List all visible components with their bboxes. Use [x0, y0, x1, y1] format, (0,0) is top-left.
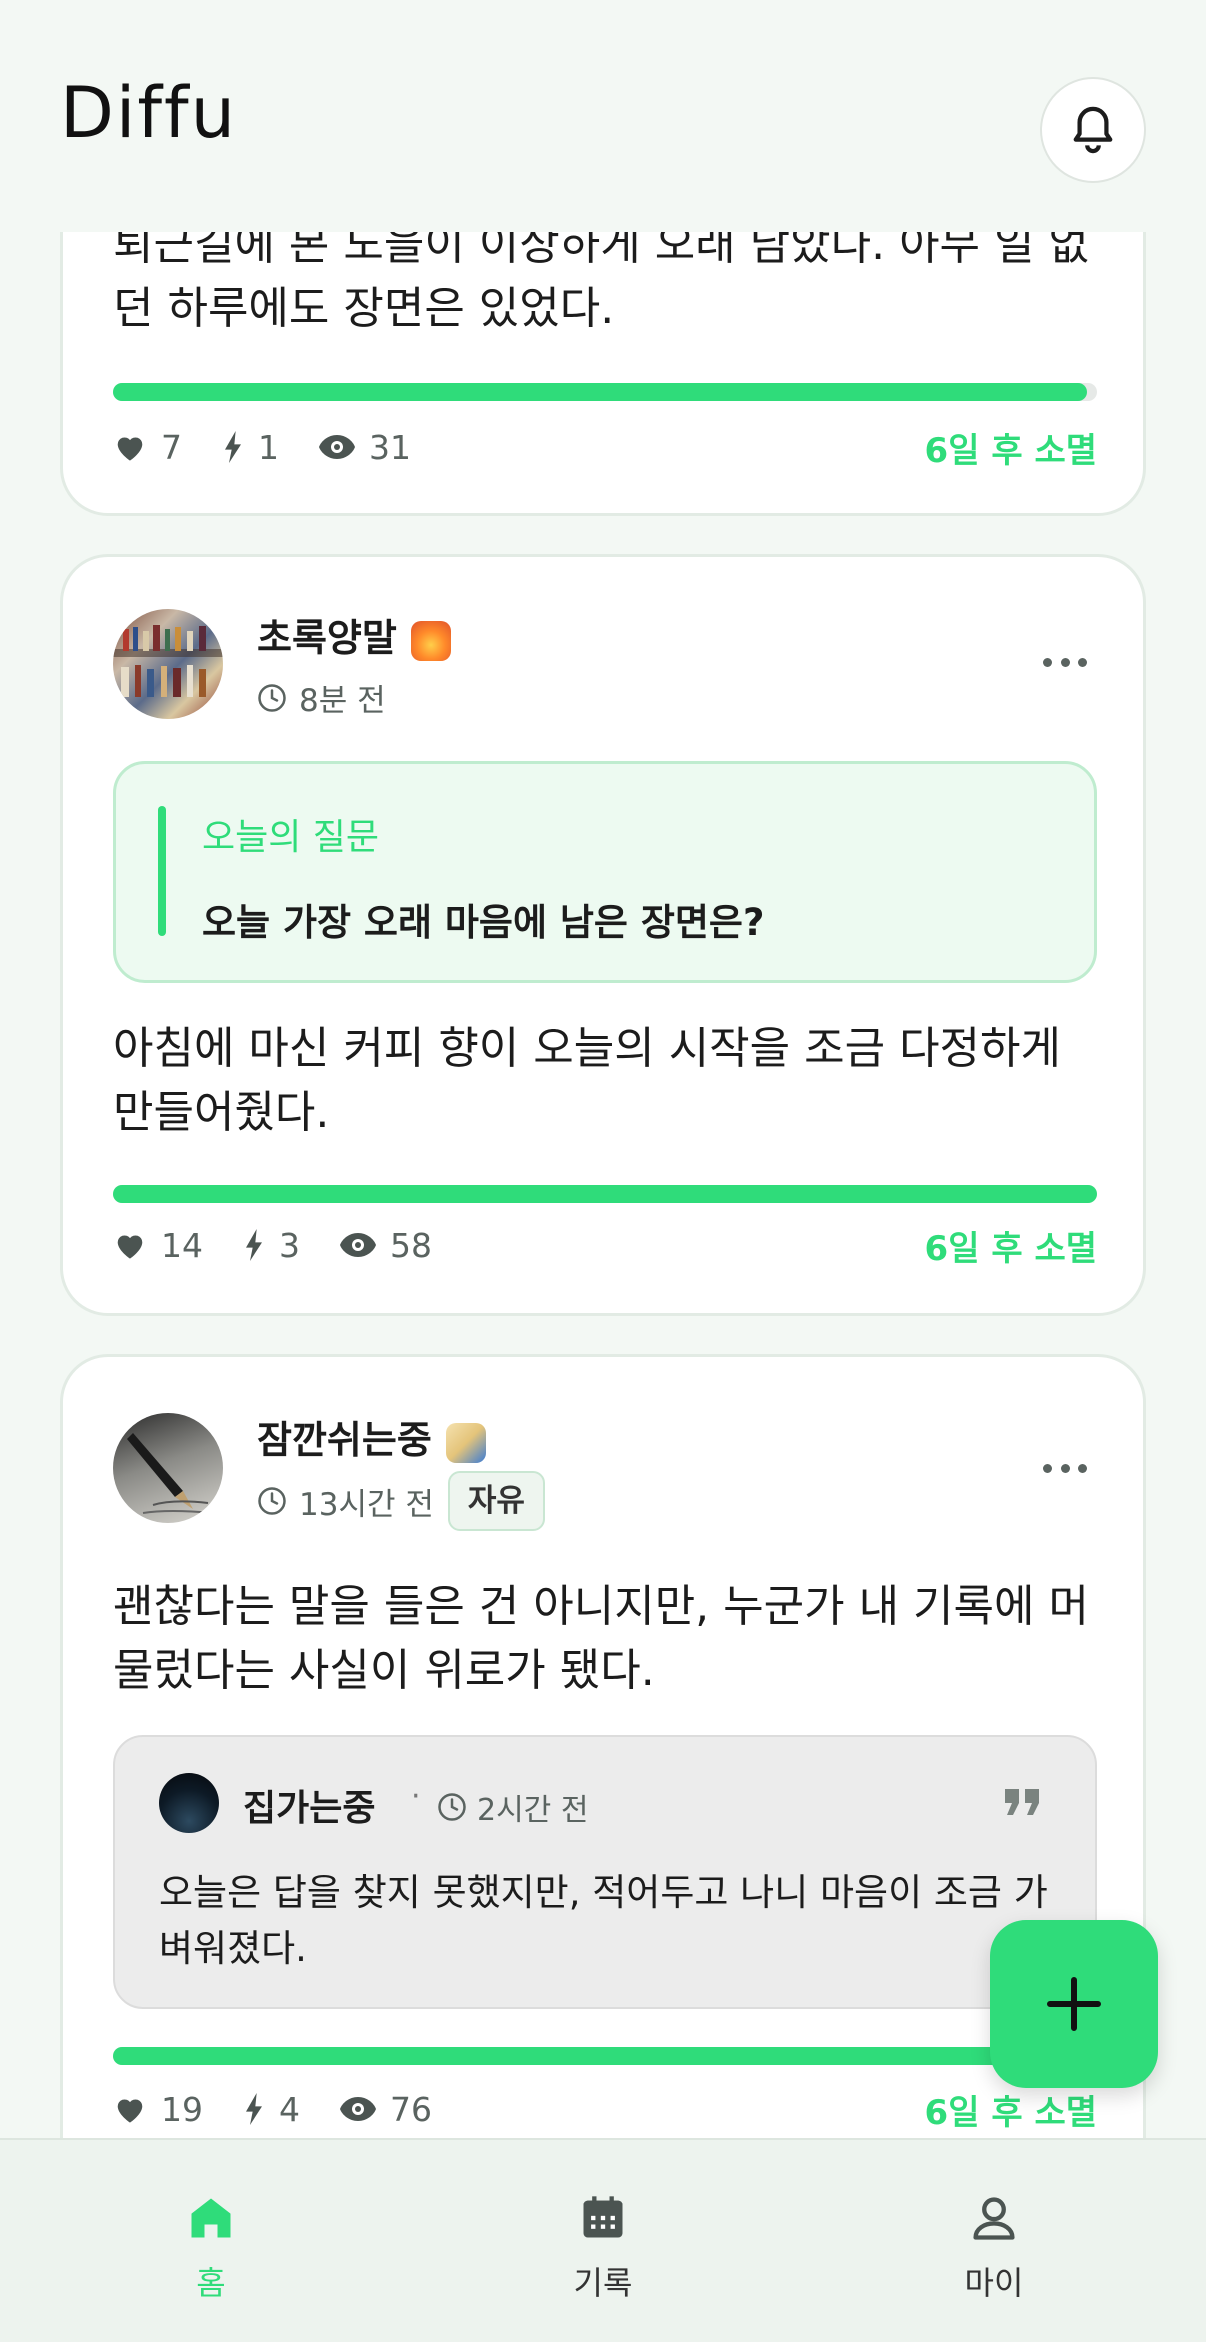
boost-stat[interactable]: 1 [222, 428, 279, 467]
expire-label: 6일 후 소멸 [924, 1228, 1097, 1269]
like-stat[interactable]: 7 [113, 428, 182, 467]
clock-icon [258, 683, 286, 712]
view-count: 58 [390, 1225, 432, 1265]
post-text: 아침에 마신 커피 향이 오늘의 시작을 조금 다정하게 만들어줬다. [113, 1023, 1061, 1138]
calendar-icon [583, 2196, 623, 2238]
scroll-badge-icon [445, 1422, 486, 1463]
bolt-icon [246, 2093, 262, 2125]
reply-username: 집가는중 [243, 1788, 376, 1829]
expiry-progress-fill [113, 2047, 1097, 2065]
expiry-progress-fill [113, 1185, 1097, 1203]
tab-label: 마이 [964, 2264, 1024, 2302]
question-accent-bar [158, 806, 166, 936]
time-text: 8분 전 [299, 683, 386, 719]
question-text: 오늘 가장 오래 마음에 남은 장면은? [202, 901, 765, 944]
bell-icon [1073, 106, 1113, 154]
expiry-progress-bar [113, 1185, 1097, 1203]
boost-stat[interactable]: 3 [243, 1226, 300, 1265]
view-stat: 58 [340, 1226, 432, 1265]
reply-time-text: 2시간 전 [477, 1793, 589, 1828]
heart-icon [117, 437, 143, 461]
reply-text: 오늘은 답을 찾지 못했지만, 적어두고 나니 마음이 조금 가벼워졌다. [159, 1871, 1048, 1970]
boost-stat[interactable]: 4 [243, 2090, 300, 2129]
tab-my[interactable]: 마이 [894, 2140, 1094, 2342]
reply-avatar [159, 1773, 219, 1833]
view-stat: 76 [340, 2090, 432, 2129]
like-count: 14 [161, 1225, 203, 1265]
boost-count: 1 [258, 427, 279, 467]
view-stat: 31 [319, 428, 411, 467]
heart-icon [117, 2099, 143, 2123]
tab-label: 홈 [196, 2264, 226, 2302]
plus-icon [1047, 1977, 1101, 2031]
clock-icon [438, 1793, 466, 1821]
home-icon [191, 2198, 231, 2238]
username-text: 잠깐쉬는중 [257, 1418, 432, 1462]
username-text: 초록양말 [257, 616, 397, 660]
post-card[interactable]: 잠깐쉬는중 13시간 전 자유 괜찮다는 말을 들은 건 아니지만, 누군가 내… [60, 1354, 1146, 2138]
expiry-progress-fill [113, 383, 1088, 401]
quote-icon [1005, 1789, 1039, 1815]
tab-home[interactable]: 홈 [111, 2140, 311, 2342]
expire-label: 6일 후 소멸 [924, 2092, 1097, 2133]
avatar[interactable] [113, 1413, 223, 1523]
post-text: 괜찮다는 말을 들은 건 아니지만, 누군가 내 기록에 머물렀다는 사실이 위… [113, 1581, 1089, 1696]
post-card[interactable]: 초록양말 8분 전 오늘의 질문 오늘 가장 오래 마음에 남은 장면은? 아침… [60, 554, 1146, 1316]
view-count: 31 [369, 427, 411, 467]
like-stat[interactable]: 19 [113, 2090, 203, 2129]
post-stats: 7 1 31 6일 후 소멸 [113, 425, 1097, 471]
question-label: 오늘의 질문 [202, 817, 380, 858]
expiry-progress-bar [113, 383, 1097, 401]
expire-label: 6일 후 소멸 [924, 430, 1097, 471]
time-text: 13시간 전 [299, 1486, 434, 1523]
tab-records[interactable]: 기록 [503, 2140, 703, 2342]
boost-count: 4 [279, 2089, 300, 2129]
new-post-button[interactable] [990, 1920, 1158, 2088]
post-time: 13시간 전 자유 [257, 1471, 545, 1531]
boost-count: 3 [279, 1225, 300, 1265]
question-box: 오늘의 질문 오늘 가장 오래 마음에 남은 장면은? [113, 761, 1097, 983]
bolt-icon [246, 1229, 262, 1261]
feed[interactable]: 퇴근길에 본 노을이 이상하게 오래 남았다. 아무 일 없던 하루에도 장면은… [0, 0, 1206, 2138]
reply-box[interactable]: 집가는중 · 2시간 전 오늘은 답을 찾지 못했지만, 적어두고 나니 마음이… [113, 1735, 1097, 2009]
like-stat[interactable]: 14 [113, 1226, 203, 1265]
app-logo[interactable]: Diffu [60, 72, 237, 154]
reply-separator: · [411, 1779, 421, 1814]
person-icon [973, 2197, 1015, 2240]
avatar[interactable] [113, 609, 223, 719]
more-options-button[interactable] [1043, 655, 1087, 669]
notification-button[interactable] [1040, 77, 1146, 183]
reply-time: 2시간 전 [437, 1785, 588, 1829]
post-stats: 14 3 58 6일 후 소멸 [113, 1223, 1097, 1269]
app-header: Diffu [0, 0, 1206, 232]
eye-icon [340, 1233, 376, 1257]
clock-icon [258, 1487, 286, 1515]
avatar-books-image [113, 625, 223, 697]
post-username[interactable]: 초록양말 [257, 607, 451, 662]
like-count: 7 [161, 427, 182, 467]
like-count: 19 [161, 2089, 203, 2129]
tab-label: 기록 [573, 2264, 633, 2302]
eye-icon [340, 2097, 376, 2121]
post-username[interactable]: 잠깐쉬는중 [257, 1409, 486, 1464]
more-options-button[interactable] [1043, 1461, 1087, 1475]
bolt-icon [225, 431, 241, 463]
post-stats: 19 4 76 6일 후 소멸 [113, 2087, 1097, 2133]
view-count: 76 [390, 2089, 432, 2129]
post-text: 퇴근길에 본 노을이 이상하게 오래 남았다. 아무 일 없던 하루에도 장면은… [113, 219, 1089, 334]
expiry-progress-bar [113, 2047, 1097, 2065]
post-time: 8분 전 [257, 675, 386, 720]
flame-badge-icon [410, 620, 451, 661]
category-tag[interactable]: 자유 [447, 1471, 545, 1531]
heart-icon [117, 1235, 143, 1259]
avatar-pen-image [127, 1433, 214, 1514]
bottom-tab-bar: 홈 기록 마이 [0, 2138, 1206, 2342]
eye-icon [319, 435, 355, 459]
